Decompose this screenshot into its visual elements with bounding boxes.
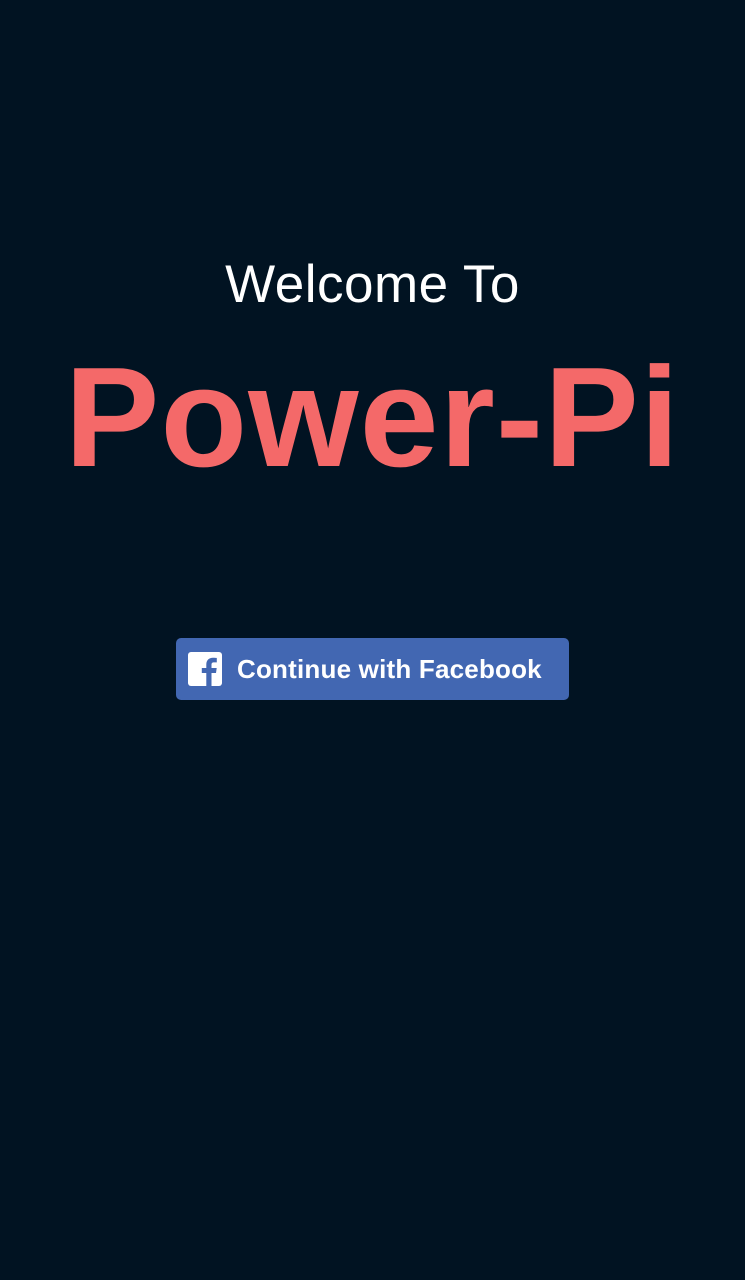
continue-with-facebook-button[interactable]: Continue with Facebook <box>176 638 569 700</box>
welcome-greeting: Welcome To <box>225 255 520 314</box>
facebook-button-label: Continue with Facebook <box>237 653 542 684</box>
welcome-screen: Welcome To Power-Pi Continue with Facebo… <box>0 0 745 1280</box>
facebook-icon <box>188 652 222 686</box>
app-title: Power-Pi <box>64 338 681 497</box>
